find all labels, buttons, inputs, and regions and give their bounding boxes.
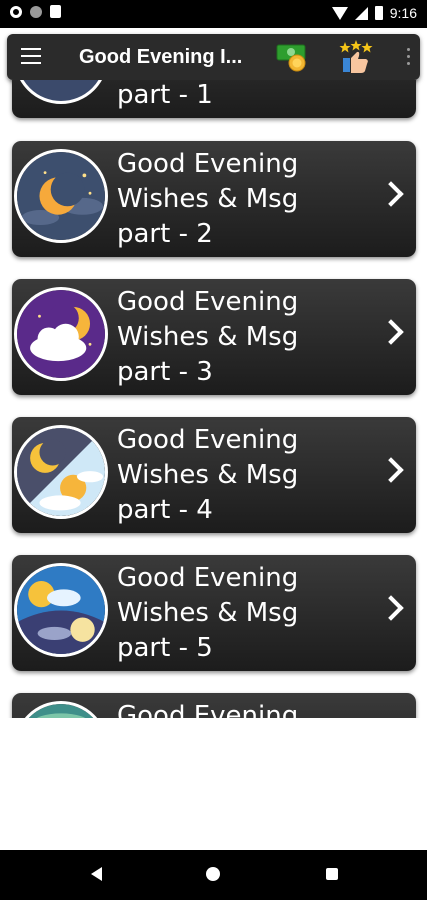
crescent-moon-clouds-thumbnail bbox=[14, 149, 108, 243]
battery-icon bbox=[374, 6, 383, 20]
back-icon[interactable] bbox=[91, 867, 102, 881]
chevron-right-icon bbox=[378, 181, 404, 207]
list-item-label: Good Evening Wishes & Msg part - 3 bbox=[117, 287, 299, 387]
list-item-part-3[interactable]: Good Evening Wishes & Msg part - 3 bbox=[12, 279, 416, 395]
list-item-label: Good Evening Wishes & Msg part - 5 bbox=[117, 563, 299, 663]
money-icon[interactable] bbox=[275, 40, 311, 74]
clock-time: 9:16 bbox=[389, 5, 417, 21]
list-item-part-6[interactable]: Good Evening bbox=[12, 693, 416, 718]
list-item-label: Good Evening Wishes & Msg part - 2 bbox=[117, 149, 299, 249]
moon-cloud-thumbnail bbox=[14, 287, 108, 381]
home-icon[interactable] bbox=[206, 867, 220, 881]
wifi-icon bbox=[331, 6, 348, 20]
app-bar: Good Evening I... bbox=[7, 34, 420, 80]
app-title: Good Evening I... bbox=[79, 46, 243, 68]
settings-icon bbox=[10, 5, 22, 18]
chevron-right-icon bbox=[378, 595, 404, 621]
circle-notification-icon bbox=[30, 5, 42, 18]
wishes-list: Good Evening Wishes & Msg part - 1 Good … bbox=[0, 80, 427, 718]
list-item-part-2[interactable]: Good Evening Wishes & Msg part - 2 bbox=[12, 141, 416, 257]
system-navigation-bar bbox=[0, 850, 427, 900]
cell-signal-icon bbox=[354, 6, 368, 20]
chevron-right-icon bbox=[378, 457, 404, 483]
list-item-part-1[interactable]: Good Evening Wishes & Msg part - 1 bbox=[12, 80, 416, 118]
list-item-label: Good Evening Wishes & Msg part - 1 bbox=[117, 80, 213, 110]
menu-icon[interactable] bbox=[21, 48, 41, 66]
list-item-part-5[interactable]: Good Evening Wishes & Msg part - 5 bbox=[12, 555, 416, 671]
chevron-right-icon bbox=[378, 319, 404, 345]
day-night-thumbnail bbox=[14, 425, 108, 519]
rate-app-icon[interactable] bbox=[337, 40, 375, 76]
more-options-icon[interactable] bbox=[407, 48, 411, 66]
sd-card-icon bbox=[50, 5, 61, 18]
sun-moon-thumbnail bbox=[14, 563, 108, 657]
status-bar: 9:16 bbox=[0, 0, 427, 28]
moon-thumbnail bbox=[14, 80, 108, 104]
list-item-part-4[interactable]: Good Evening Wishes & Msg part - 4 bbox=[12, 417, 416, 533]
globe-thumbnail bbox=[14, 701, 108, 718]
list-item-label: Good Evening Wishes & Msg part - 4 bbox=[117, 425, 299, 525]
list-item-label: Good Evening bbox=[117, 701, 299, 718]
recent-apps-icon[interactable] bbox=[326, 868, 338, 880]
